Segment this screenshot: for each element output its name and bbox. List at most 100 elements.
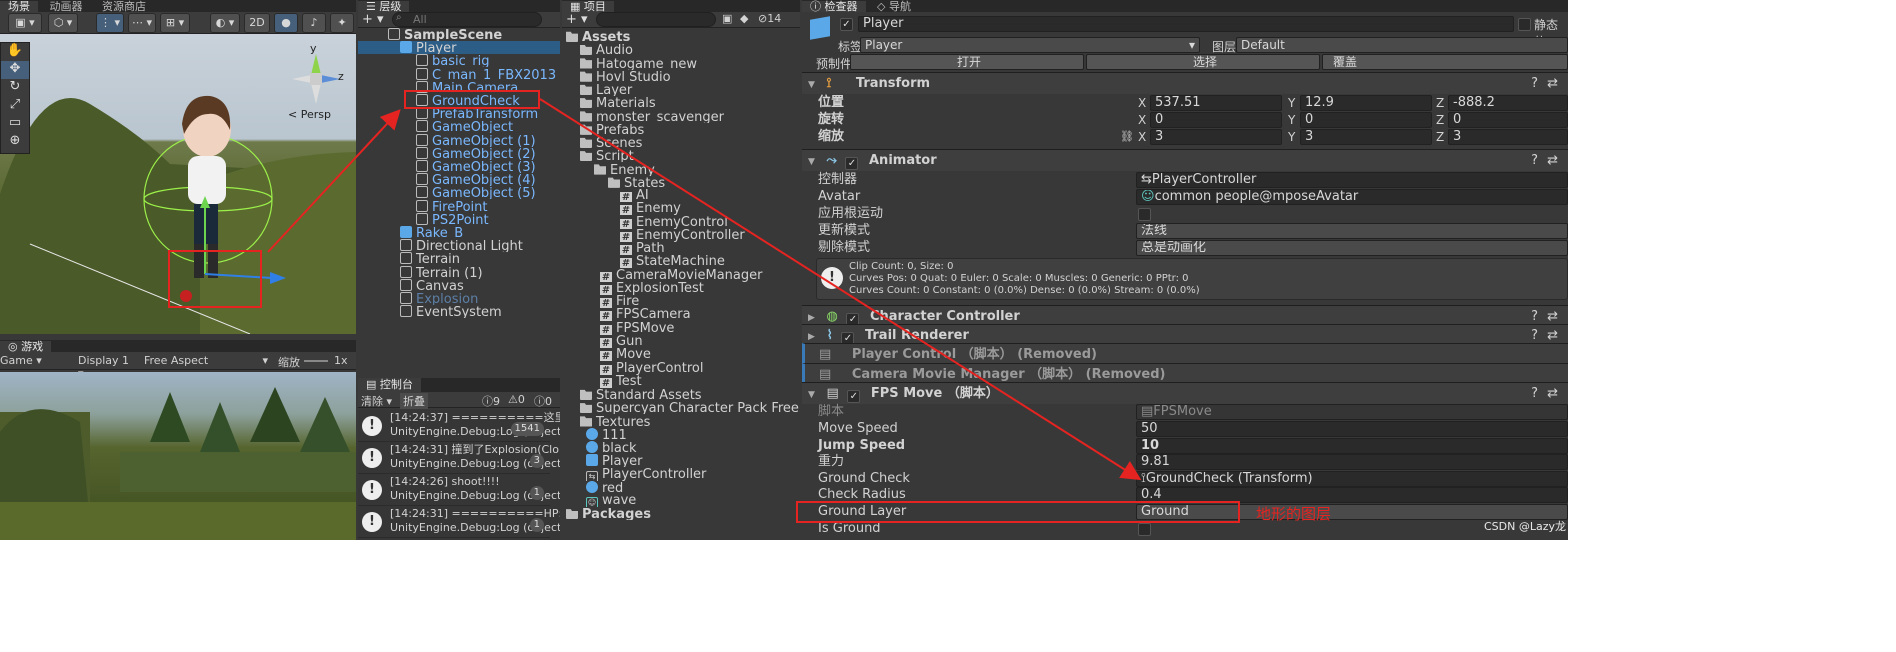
update-mode-dropdown[interactable]: 法线 — [1136, 223, 1568, 239]
link-icon[interactable]: ⛓ — [1120, 128, 1134, 146]
scale-slider[interactable] — [304, 360, 328, 362]
project-item[interactable]: black — [562, 441, 800, 454]
hierarchy-item[interactable]: GroundCheck — [358, 94, 560, 107]
toggle-2d-button[interactable]: 2D — [244, 13, 270, 33]
hierarchy-list[interactable]: SampleScene Player basic_rig C_man_1_FBX201… — [358, 28, 560, 378]
scale-tool-icon[interactable]: ⤢ — [1, 97, 29, 115]
project-item[interactable]: # PlayerControl — [562, 362, 800, 375]
project-list[interactable]: Assets Audio Hatogame_new Hovl Studio Layer M… — [562, 30, 800, 540]
scale-z-field[interactable]: 3 — [1448, 129, 1568, 145]
project-item[interactable]: ⇆ PlayerController — [562, 468, 800, 481]
shading-button[interactable]: ◐ ▾ — [210, 13, 240, 33]
transform-tool-icon[interactable]: ⊕ — [1, 133, 29, 151]
hierarchy-item[interactable]: Player — [358, 41, 560, 55]
draw-mode-button[interactable]: ▣ ▾ — [8, 13, 42, 33]
scale-x-field[interactable]: 3 — [1150, 129, 1282, 145]
animator-enabled-checkbox[interactable]: ✓ — [845, 157, 859, 170]
project-item[interactable]: # AI — [562, 189, 800, 203]
active-checkbox[interactable]: ✓ — [840, 18, 853, 31]
hierarchy-item[interactable]: GameObject (3) — [358, 160, 560, 173]
project-item[interactable]: # EnemyControl — [562, 216, 800, 229]
game-select-dropdown[interactable]: Game ▾ — [0, 354, 68, 367]
tab-hierarchy[interactable]: ☰ 层级 — [358, 1, 410, 12]
animator-header[interactable]: ▼ ⤳ ✓ Animator ? ⇄ — [802, 149, 1568, 171]
hierarchy-search-input[interactable]: All — [392, 12, 542, 27]
avatar-field[interactable]: ☺common people@mposeAvatar — [1136, 189, 1568, 205]
hidden-packages-icon[interactable]: ⊘14 — [758, 12, 781, 25]
project-item[interactable]: 111 — [562, 427, 800, 441]
hierarchy-item[interactable]: GameObject (2) — [358, 146, 560, 160]
filter-type-icon[interactable]: ▣ — [722, 12, 732, 25]
hierarchy-item[interactable]: EventSystem — [358, 305, 560, 318]
tag-dropdown[interactable]: Player ▾ — [860, 37, 1200, 53]
aspect-dropdown[interactable]: Free Aspect ▾ — [144, 354, 270, 367]
console-entry[interactable]: ! [14:24:31] ==========HP:0 UnityEngine.De… — [358, 506, 560, 538]
tab-project[interactable]: ▦ 项目 — [562, 1, 614, 12]
project-item[interactable]: Textures — [562, 415, 800, 428]
settings-icon[interactable]: ⇄ — [1547, 383, 1558, 405]
increment-snap-button[interactable]: ⋯ ▾ — [128, 13, 156, 33]
console-entry[interactable]: ! [14:24:37] ==========这里 UnityEngine.Debu… — [358, 410, 560, 442]
project-add-button[interactable]: + ▾ — [566, 12, 588, 27]
tab-console[interactable]: ▤ 控制台 — [358, 378, 421, 392]
hierarchy-item[interactable]: GameObject — [358, 120, 560, 133]
fps-move-field-value[interactable]: 0.4 — [1136, 487, 1568, 504]
prefab-select-button[interactable]: 选择 — [1086, 54, 1320, 70]
rotation-z-field[interactable]: 0 — [1448, 112, 1568, 128]
project-item[interactable]: Standard Assets — [562, 388, 800, 401]
project-item[interactable]: # Fire — [562, 295, 800, 309]
fps-move-field-value[interactable]: 10 — [1136, 437, 1568, 454]
game-viewport[interactable] — [0, 372, 356, 540]
root-motion-checkbox[interactable] — [1138, 208, 1151, 221]
position-y-field[interactable]: 12.9 — [1300, 95, 1432, 111]
fps-move-field-value[interactable]: 50 — [1136, 421, 1568, 437]
hierarchy-item[interactable]: SampleScene — [358, 28, 560, 41]
hierarchy-item[interactable]: GameObject (5) — [358, 186, 560, 199]
help-icon[interactable]: ? — [1531, 383, 1538, 405]
controller-field[interactable]: ⇆PlayerController — [1136, 172, 1568, 188]
project-search-input[interactable] — [596, 12, 716, 27]
hierarchy-item[interactable]: GameObject (4) — [358, 173, 560, 186]
rotation-x-field[interactable]: 0 — [1150, 112, 1282, 128]
project-item[interactable]: Player — [562, 454, 800, 467]
project-item[interactable]: Layer — [562, 83, 800, 96]
console-log-filter[interactable]: ⓘ9 — [482, 393, 500, 409]
tab-scene[interactable]: 场景 — [0, 1, 38, 12]
settings-icon[interactable]: ⇄ — [1547, 150, 1558, 172]
project-item[interactable]: # CameraMovieManager — [562, 269, 800, 282]
project-item[interactable]: Hovl Studio — [562, 70, 800, 83]
culling-mode-dropdown[interactable]: 总是动画化 — [1136, 240, 1568, 256]
prefab-open-button[interactable]: 打开 — [850, 54, 1084, 70]
project-item[interactable]: Packages — [562, 507, 800, 520]
help-icon[interactable]: ? — [1531, 150, 1538, 172]
project-item[interactable]: Hatogame_new — [562, 57, 800, 70]
effects-toggle-icon[interactable]: ✦ — [330, 13, 354, 33]
project-item[interactable]: # FPSMove — [562, 322, 800, 335]
gizmo-mode-button[interactable]: ⬡ ▾ — [48, 13, 78, 33]
console-list[interactable]: ! [14:24:37] ==========这里 UnityEngine.Debu… — [358, 410, 560, 540]
settings-icon[interactable]: ⇄ — [1547, 73, 1558, 95]
hierarchy-item[interactable]: C_man_1_FBX2013 — [358, 67, 560, 81]
tab-game[interactable]: ◎ 游戏 — [0, 341, 52, 352]
project-item[interactable]: # Move — [562, 348, 800, 362]
console-entry[interactable]: ! [14:24:31] 撞到了Explosion(Clone) UnityEngi… — [358, 442, 560, 474]
hierarchy-item[interactable]: Rake_B — [358, 226, 560, 239]
rect-tool-icon[interactable]: ▭ — [1, 115, 29, 133]
project-item[interactable]: Materials — [562, 96, 800, 109]
tab-inspector[interactable]: ⓘ 检查器 — [802, 1, 866, 12]
hierarchy-item[interactable]: GameObject (1) — [358, 133, 560, 147]
project-item[interactable]: Audio — [562, 43, 800, 56]
fps-move-field-value[interactable]: ⟟GroundCheck (Transform) — [1136, 470, 1568, 487]
rotate-tool-icon[interactable]: ↻ — [1, 79, 29, 97]
hierarchy-item[interactable]: basic_rig — [358, 54, 560, 67]
align-button[interactable]: ⊞ ▾ — [160, 13, 190, 33]
filter-label-icon[interactable]: ◆ — [740, 12, 748, 25]
project-item[interactable]: # Path — [562, 242, 800, 256]
project-item[interactable]: States — [562, 176, 800, 189]
console-collapse-button[interactable]: 折叠 — [400, 393, 428, 409]
hierarchy-add-button[interactable]: + ▾ — [362, 12, 384, 27]
removed-player-control-header[interactable]: ▤ Player Control （脚本） (Removed) — [802, 343, 1568, 365]
object-name-field[interactable]: Player — [858, 16, 1514, 32]
fps-move-checkbox[interactable]: ✓ — [847, 390, 861, 403]
audio-toggle-icon[interactable]: ♪ — [302, 13, 326, 33]
